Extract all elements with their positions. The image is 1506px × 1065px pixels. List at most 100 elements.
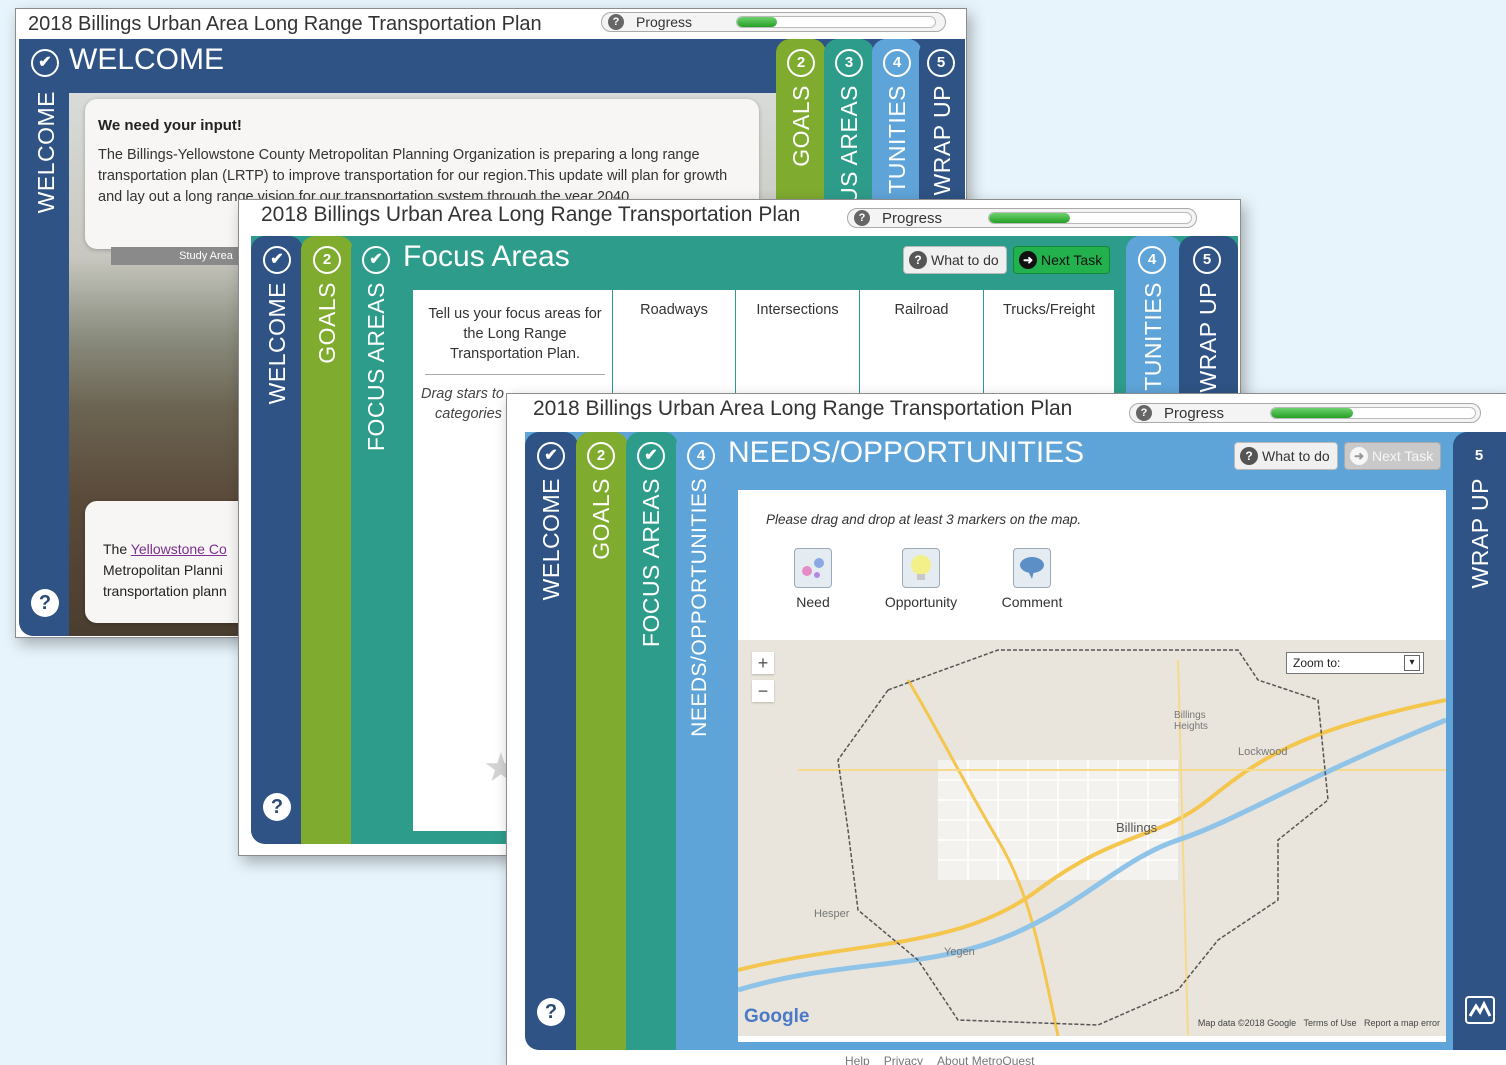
place-label: Yegen	[944, 946, 975, 958]
needs-window: 2018 Billings Urban Area Long Range Tran…	[506, 393, 1506, 1065]
focus-instructions-2: categories	[435, 406, 502, 422]
tab-label: GOALS	[588, 478, 614, 560]
check-icon: ✔	[263, 246, 291, 274]
opportunity-marker[interactable]: Opportunity	[876, 548, 966, 610]
focus-panel-title: Focus Areas	[403, 240, 570, 273]
question-icon: ?	[1240, 447, 1258, 465]
tab-wrap-up[interactable]: 5 WRAP UP	[1453, 432, 1506, 1050]
progress-fill	[737, 17, 777, 27]
tab-goals[interactable]: 2 GOALS	[301, 236, 353, 844]
place-label: Billings	[1116, 820, 1158, 835]
focus-progress: ? Progress	[847, 208, 1197, 228]
tab-label: NEEDS/OPPORTUNITIES	[688, 478, 711, 737]
tab-label: TUNITIES	[1140, 282, 1166, 391]
map-graphic	[738, 640, 1446, 1036]
progress-label: Progress	[1164, 404, 1225, 422]
yellowstone-link[interactable]: Yellowstone Co	[131, 541, 227, 557]
tab-welcome[interactable]: WELCOME	[33, 91, 60, 213]
what-to-do-label: What to do	[931, 252, 999, 268]
progress-fill	[989, 213, 1070, 223]
tab-goals[interactable]: 2 GOALS	[576, 432, 628, 1050]
tab-label: GOALS	[788, 85, 814, 167]
help-icon[interactable]: ?	[537, 998, 565, 1026]
help-icon[interactable]: ?	[263, 793, 291, 821]
help-icon[interactable]: ?	[608, 14, 624, 30]
lightbulb-icon	[902, 548, 940, 588]
zoom-in-button[interactable]: +	[752, 652, 774, 674]
tab-label: WELCOME	[538, 478, 564, 601]
tab-welcome[interactable]: ✔ WELCOME ?	[525, 432, 578, 1050]
needs-progress: ? Progress	[1129, 403, 1481, 423]
comment-label: Comment	[1001, 594, 1063, 610]
step-badge: 3	[835, 49, 863, 77]
check-icon: ✔	[637, 442, 665, 470]
map-instruction: Please drag and drop at least 3 markers …	[766, 512, 1082, 527]
check-icon: ✔	[537, 442, 565, 470]
place-label: Billings Heights	[1174, 710, 1208, 732]
privacy-link[interactable]: Privacy	[884, 1054, 923, 1065]
step-badge: 2	[587, 442, 615, 470]
card-heading: We need your input!	[98, 117, 242, 134]
next-task-label: Next Task	[1372, 448, 1434, 464]
next-task-button[interactable]: ➜ Next Task	[1013, 246, 1111, 274]
about-link[interactable]: About MetroQuest	[937, 1054, 1034, 1065]
progress-track	[736, 16, 936, 28]
needs-plan-title: 2018 Billings Urban Area Long Range Tran…	[533, 397, 1073, 420]
help-icon[interactable]: ?	[1136, 405, 1152, 421]
step-badge: 5	[1193, 246, 1221, 274]
focus-instructions: Drag stars to	[421, 386, 504, 402]
welcome-progress: ? Progress	[601, 12, 946, 32]
focus-plan-title: 2018 Billings Urban Area Long Range Tran…	[261, 203, 801, 226]
zoom-to-label: Zoom to:	[1293, 656, 1341, 670]
need-label: Need	[796, 594, 830, 610]
step-badge: 5	[927, 49, 955, 77]
step-badge: 4	[1138, 246, 1166, 274]
comment-marker[interactable]: Comment	[992, 548, 1072, 610]
arrow-right-icon: ➜	[1350, 447, 1368, 465]
tab-label: US AREAS	[836, 85, 862, 205]
question-icon: ?	[909, 251, 927, 269]
progress-track	[1270, 407, 1476, 419]
tab-label: WRAP UP	[1195, 282, 1221, 393]
what-to-do-button[interactable]: ? What to do	[903, 246, 1007, 274]
footer-links: Help Privacy About MetroQuest	[845, 1054, 1034, 1065]
next-task-label: Next Task	[1041, 252, 1103, 268]
place-label: Hesper	[814, 908, 850, 920]
step-badge: 4	[883, 49, 911, 77]
footer-line1: The Yellowstone Co	[103, 541, 227, 557]
progress-label: Progress	[882, 209, 943, 227]
help-icon[interactable]: ?	[31, 589, 59, 617]
step-badge: 4	[687, 442, 715, 470]
zoom-out-button[interactable]: −	[752, 680, 774, 702]
check-icon: ✔	[362, 246, 390, 274]
tab-welcome[interactable]: ✔ WELCOME ?	[251, 236, 303, 844]
tab-focus-areas[interactable]: ✔ FOCUS AREAS	[626, 432, 678, 1050]
step-badge: 5	[1465, 442, 1493, 470]
tab-label: TUNITIES	[884, 85, 910, 194]
check-icon: ✔	[31, 49, 59, 77]
tab-label: FOCUS AREAS	[363, 282, 389, 452]
what-to-do-button[interactable]: ? What to do	[1234, 442, 1338, 470]
next-task-button[interactable]: ➜ Next Task	[1344, 442, 1442, 470]
help-link[interactable]: Help	[845, 1054, 870, 1065]
progress-track	[988, 212, 1192, 224]
chevron-down-icon: ▾	[1404, 655, 1420, 671]
footer-line2: Metropolitan Planni	[103, 562, 223, 578]
help-icon[interactable]: ?	[854, 210, 870, 226]
google-logo: Google	[744, 1006, 810, 1027]
needs-panel-title: NEEDS/OPPORTUNITIES	[728, 436, 1085, 469]
footer-prefix: The	[103, 541, 131, 557]
tab-label: GOALS	[314, 282, 340, 364]
tab-label: WRAP UP	[929, 85, 955, 196]
progress-label: Progress	[636, 14, 693, 30]
step-badge: 2	[313, 246, 341, 274]
footer-line3: transportation plann	[103, 583, 227, 599]
arrow-right-icon: ➜	[1019, 251, 1037, 269]
map[interactable]: + − Zoom to: ▾ Billings Heights Lockwood…	[738, 640, 1446, 1036]
needs-main: ✔ WELCOME ? 2 GOALS ✔ FOCUS AREAS 4 NEED…	[525, 432, 1506, 1050]
zoom-to-select[interactable]: Zoom to: ▾	[1286, 652, 1424, 674]
tab-label: WRAP UP	[1467, 478, 1493, 589]
what-to-do-label: What to do	[1262, 448, 1330, 464]
tab-label: FOCUS AREAS	[638, 478, 664, 648]
need-marker[interactable]: Need	[778, 548, 848, 610]
